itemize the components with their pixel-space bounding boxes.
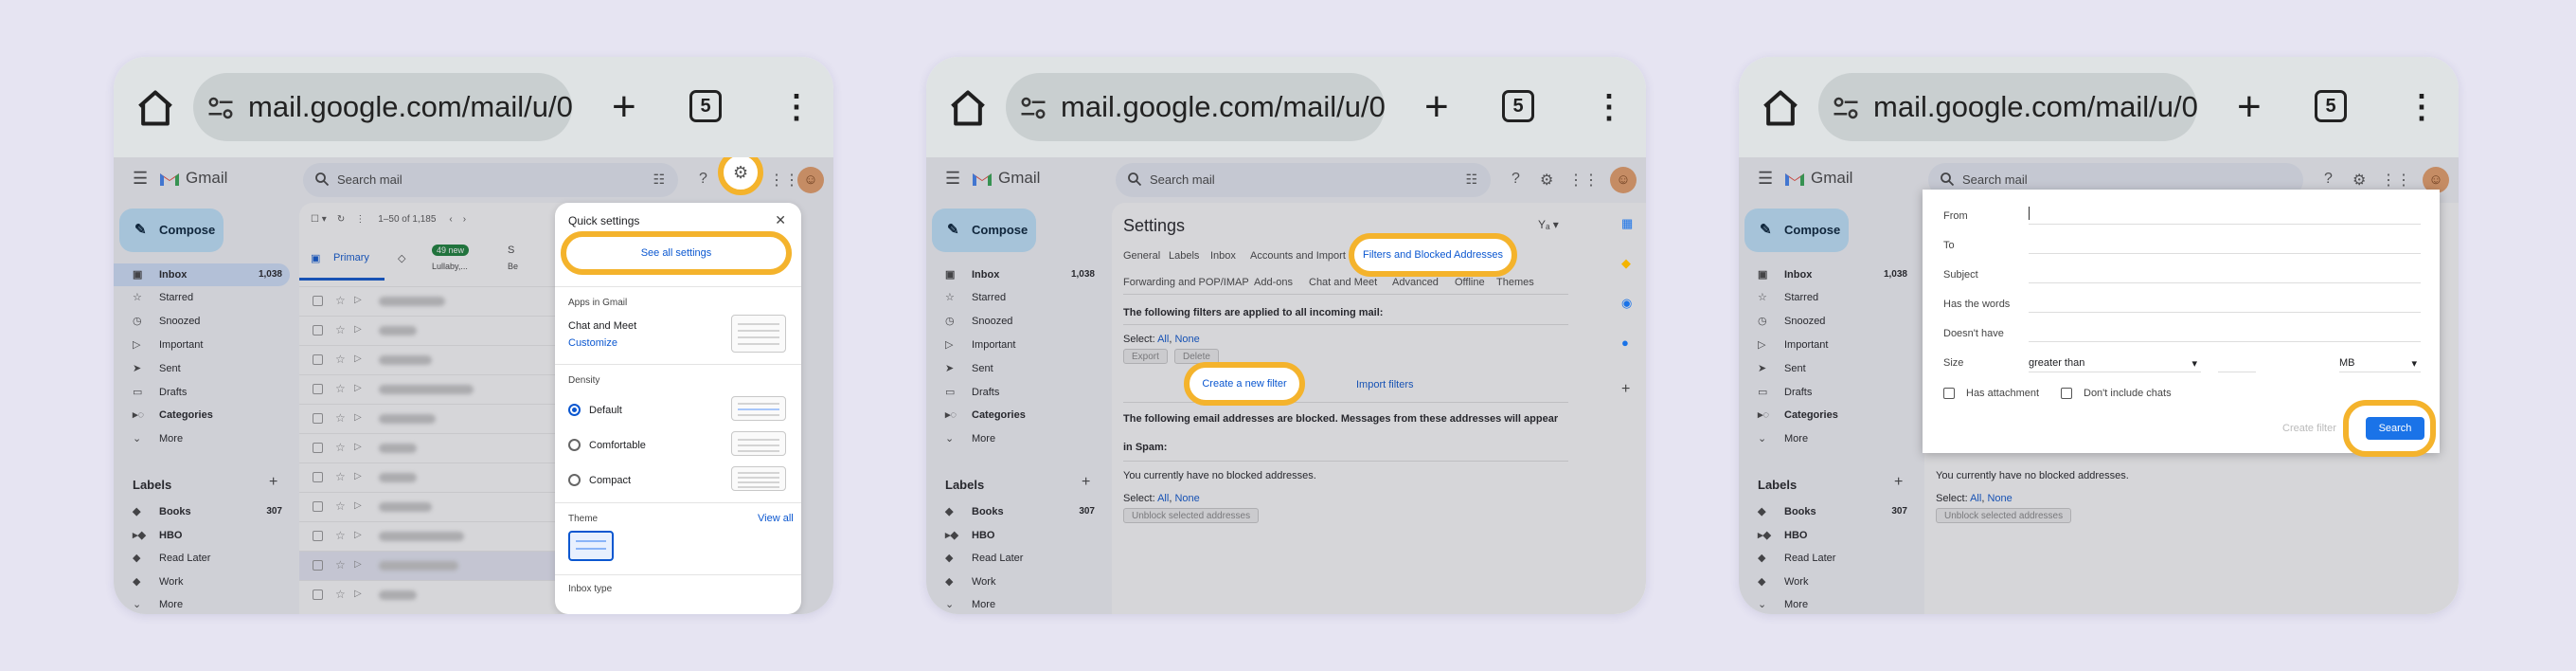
customize-link[interactable]: Customize [568,337,617,349]
from-label: From [1943,210,1968,222]
settings-gear-icon[interactable]: ⚙ [733,163,748,183]
new-tab-icon[interactable]: + [2237,86,2262,128]
site-settings-icon[interactable] [206,94,235,122]
close-icon[interactable]: ✕ [775,212,786,228]
density-compact-label: Compact [589,475,632,486]
inbox-type-heading: Inbox type [568,584,613,594]
divider [555,502,801,503]
address-bar[interactable]: mail.google.com/mail/u/0 [1818,73,2197,141]
divider [555,364,801,365]
size-label: Size [1943,357,1964,369]
has-words-label: Has the words [1943,299,2011,310]
doesnt-have-field[interactable] [2029,341,2421,342]
dont-include-chats-label: Don't include chats [2084,388,2172,399]
create-filter-button[interactable]: Create filter [2282,423,2336,434]
contacts-icon[interactable]: ● [1621,336,1629,350]
density-comfortable-label: Comfortable [589,440,646,451]
subject-label: Subject [1943,269,1978,281]
keep-icon[interactable]: ◆ [1621,256,1631,271]
new-tab-icon[interactable]: + [612,86,636,128]
address-bar[interactable]: mail.google.com/mail/u/0 [193,73,572,141]
gmail-app: ☰ Gmail Search mail ☷ ? ⚙ ⋮⋮ ☺ ✎ Compose … [114,157,833,614]
screenshot-panel-create-filter: mail.google.com/mail/u/0 + 5 ⋮ ☰ Gmail S… [1739,57,2459,614]
density-default-thumbnail [731,396,786,421]
more-menu-icon[interactable]: ⋮ [780,89,813,125]
theme-heading: Theme [568,514,599,524]
url-text: mail.google.com/mail/u/0 [1873,90,2197,123]
density-comfortable-thumbnail [731,431,786,456]
tab-switcher-button[interactable]: 5 [1502,90,1534,122]
tab-switcher-button[interactable]: 5 [689,90,722,122]
to-field[interactable] [2029,253,2421,254]
density-heading: Density [568,375,600,386]
subject-field[interactable] [2029,282,2421,283]
dropdown-arrow-icon: ▾ [2191,358,2197,370]
url-text: mail.google.com/mail/u/0 [248,90,572,123]
has-attachment-label: Has attachment [1966,388,2040,399]
home-icon[interactable] [134,87,176,129]
create-filter-highlight[interactable]: Create a new filter [1184,362,1305,406]
filter-search-dialog: From To Subject Has the words Doesn't ha… [1923,190,2440,457]
see-all-settings-label: See all settings [640,247,712,259]
density-compact-thumbnail [731,466,786,491]
theme-thumbnail[interactable] [568,531,614,561]
dont-include-chats-checkbox[interactable] [2061,388,2072,399]
search-button-highlight: Search [2343,400,2436,457]
url-text: mail.google.com/mail/u/0 [1061,90,1385,123]
address-bar[interactable]: mail.google.com/mail/u/0 [1006,73,1385,141]
to-label: To [1943,240,1955,251]
more-menu-icon[interactable]: ⋮ [2406,89,2438,125]
browser-toolbar: mail.google.com/mail/u/0 + 5 ⋮ [114,57,833,157]
text-cursor [2029,207,2030,220]
create-filter-link: Create a new filter [1202,378,1287,390]
density-compact-radio[interactable] [568,474,581,486]
more-menu-icon[interactable]: ⋮ [1593,89,1625,125]
quick-settings-panel: Quick settings ✕ See all settings Apps i… [555,203,801,614]
browser-toolbar: mail.google.com/mail/u/0 + 5 ⋮ [1739,57,2459,157]
tasks-icon[interactable]: ◉ [1621,296,1632,311]
dropdown-arrow-icon: ▾ [2411,358,2417,370]
tab-filters-blocked: Filters and Blocked Addresses [1363,249,1503,261]
home-icon[interactable] [947,87,989,129]
chat-meet-label: Chat and Meet [568,320,637,332]
add-addon-icon[interactable]: + [1621,381,1630,398]
gmail-app: ☰ Gmail Search mail ☷ ? ⚙ ⋮⋮ ☺ ✎ Compose … [926,157,1646,614]
has-words-field[interactable] [2029,312,2421,313]
new-tab-icon[interactable]: + [1424,86,1449,128]
size-operator-select[interactable]: greater than ▾ [2029,357,2201,372]
size-value-field[interactable] [2218,357,2256,372]
calendar-icon[interactable]: ▦ [1621,216,1633,231]
apps-heading: Apps in Gmail [568,298,628,308]
view-all-themes-link[interactable]: View all [758,513,794,524]
site-settings-icon[interactable] [1019,94,1047,122]
see-all-settings-button[interactable]: See all settings [561,231,792,275]
divider [555,574,801,575]
divider [555,286,801,287]
tab-switcher-button[interactable]: 5 [2315,90,2347,122]
screenshot-panel-quick-settings: mail.google.com/mail/u/0 + 5 ⋮ ☰ Gmail S… [114,57,833,614]
screenshot-panel-settings-filters: mail.google.com/mail/u/0 + 5 ⋮ ☰ Gmail S… [926,57,1646,614]
doesnt-have-label: Doesn't have [1943,328,2004,339]
chat-layout-thumbnail [731,315,786,353]
home-icon[interactable] [1760,87,1801,129]
tab-filters-blocked-highlight[interactable]: Filters and Blocked Addresses [1349,233,1517,277]
size-operator-value: greater than [2029,357,2085,369]
size-unit-value: MB [2339,357,2355,369]
site-settings-icon[interactable] [1832,94,1860,122]
quick-settings-title: Quick settings [568,214,640,227]
gmail-app: ☰ Gmail Search mail ? ⚙ ⋮⋮ ☺ ✎ Compose ▣ I… [1739,157,2459,614]
has-attachment-checkbox[interactable] [1943,388,1955,399]
density-default-radio[interactable] [568,404,581,416]
density-comfortable-radio[interactable] [568,439,581,451]
browser-toolbar: mail.google.com/mail/u/0 + 5 ⋮ [926,57,1646,157]
from-field[interactable] [2029,224,2421,225]
density-default-label: Default [589,405,622,416]
search-button[interactable]: Search [2366,417,2424,440]
size-unit-select[interactable]: MB ▾ [2339,357,2421,372]
